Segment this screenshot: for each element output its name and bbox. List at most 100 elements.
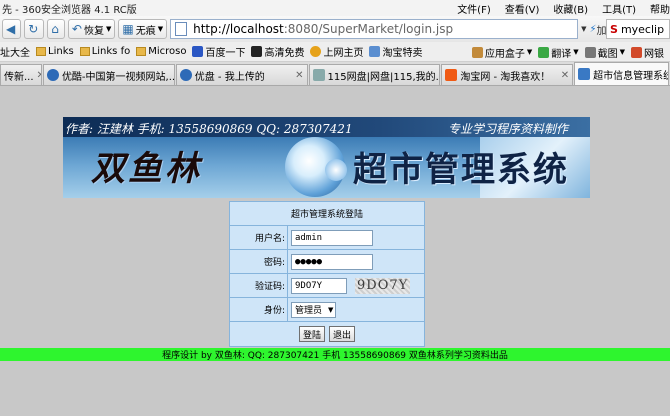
menu-file[interactable]: 文件(F) xyxy=(457,1,491,16)
search-engine-icon: S xyxy=(610,22,618,36)
lightning-icon: ⚡ xyxy=(589,23,597,35)
tab-strip: 传新...✕ 优酷-中国第一视频网站,...✕ 优盘 - 我上传的✕ 115网盘… xyxy=(0,62,670,86)
password-input[interactable]: ●●●●● xyxy=(291,253,373,270)
bookmark-item[interactable]: 高清免费 xyxy=(251,44,304,59)
address-bar[interactable]: http://localhost:8080/SuperMarket/login.… xyxy=(170,19,579,39)
folder-icon xyxy=(136,47,147,56)
home-icon: ⌂ xyxy=(51,22,59,36)
restore-button[interactable]: ↶ 恢复 ▼ xyxy=(67,19,116,39)
hd-icon xyxy=(251,46,263,57)
captcha-input[interactable]: 9DO7Y xyxy=(291,277,347,294)
bookmarks-bar: 址大全 Links Links fo Microso 百度一下 高清免费 上网主… xyxy=(0,42,670,62)
header-banner: 作者: 汪建林 手机: 13558690869 QQ: 287307421 专业… xyxy=(63,117,590,198)
page-icon xyxy=(578,68,591,80)
translate-label: 翻译 xyxy=(551,48,572,60)
tab-label: 115网盘|网盘|115,我的... xyxy=(327,71,441,83)
menu-favorites[interactable]: 收藏(B) xyxy=(553,1,588,16)
close-icon[interactable]: ✕ xyxy=(292,70,303,81)
bookmark-item[interactable]: Links fo xyxy=(79,46,131,57)
online-bank-label: 网银 xyxy=(644,48,664,60)
tab-item[interactable]: 淘宝网 - 淘我喜欢！ ✕ xyxy=(441,64,574,85)
tab-item[interactable]: 优盘 - 我上传的 ✕ xyxy=(175,64,308,85)
baidu-icon xyxy=(192,46,204,57)
back-button[interactable]: ◀ xyxy=(2,19,22,39)
bookmark-label: Microso xyxy=(148,46,187,57)
role-row: 身份: 管理员 ▼ xyxy=(230,298,424,322)
disc-highlight-icon xyxy=(325,159,347,181)
menu-tools[interactable]: 工具(T) xyxy=(602,1,636,16)
bookmark-item[interactable]: 百度一下 xyxy=(192,44,245,59)
bookmark-item[interactable]: 淘宝特卖 xyxy=(369,44,422,59)
restore-label: 恢复 xyxy=(83,25,104,37)
incognito-icon: ▦ xyxy=(122,22,134,36)
tab-item[interactable]: 传新...✕ xyxy=(0,64,42,85)
captcha-image[interactable]: 9DO7Y xyxy=(355,277,411,294)
app-box-icon xyxy=(471,46,483,58)
translate-button[interactable]: 翻译 ▼ xyxy=(538,45,579,60)
bookmark-label: 百度一下 xyxy=(205,48,246,59)
bookmark-item[interactable]: Microso xyxy=(136,46,186,57)
login-panel: 超市管理系统登陆 用户名: admin 密码: ●●●●● 验证码: 9DO7Y… xyxy=(229,201,425,347)
browser-toolbar: ◀ ↻ ⌂ ↶ 恢复 ▼ ▦ 无痕 ▼ http://localhost:8080/Su… xyxy=(0,16,670,42)
refresh-button[interactable]: ↻ xyxy=(24,19,45,39)
password-label: 密码: xyxy=(230,250,288,273)
bookmark-item[interactable]: 上网主页 xyxy=(310,44,363,59)
username-input[interactable]: admin xyxy=(291,229,373,246)
tab-item[interactable]: 优酷-中国第一视频网站,...✕ xyxy=(42,64,175,85)
role-label: 身份: xyxy=(230,298,288,321)
chevron-down-icon: ▼ xyxy=(619,48,625,56)
online-bank-button[interactable]: 网银 xyxy=(631,45,664,60)
bookmark-item[interactable]: 址大全 xyxy=(0,44,30,59)
back-arrow-icon: ◀ xyxy=(6,22,16,36)
menu-view[interactable]: 查看(V) xyxy=(505,1,540,16)
search-box[interactable]: Smyeclip xyxy=(606,19,670,39)
bookmark-label: Links fo xyxy=(91,46,131,57)
translate-icon xyxy=(538,46,550,58)
chevron-down-icon: ▼ xyxy=(573,48,579,56)
refresh-icon: ↻ xyxy=(28,22,39,36)
window-title: 先 - 360安全浏览器 4.1 RC版 xyxy=(2,4,137,16)
screenshot-label: 截图 xyxy=(597,48,618,60)
youku-icon xyxy=(46,69,59,81)
youpan-icon xyxy=(179,69,192,81)
menu-help[interactable]: 帮助 xyxy=(650,1,670,16)
screenshot-button[interactable]: 截图 ▼ xyxy=(584,45,625,60)
banner-author: 作者: 汪建林 手机: 13558690869 QQ: 287307421 xyxy=(65,122,353,136)
username-label: 用户名: xyxy=(230,226,288,249)
close-icon[interactable]: ✕ xyxy=(34,70,41,81)
folder-icon xyxy=(36,47,46,56)
tab-item[interactable]: 115网盘|网盘|115,我的...✕ xyxy=(308,64,441,85)
incognito-button[interactable]: ▦ 无痕 ▼ xyxy=(118,19,168,39)
exit-button[interactable]: 退出 xyxy=(329,326,356,342)
footer-bar: 程序设计 by 双鱼林: QQ: 287307421 手机 1355869086… xyxy=(0,348,670,361)
bookmarks-right: 应用盒子 ▼ 翻译 ▼ 截图 ▼ 网银 xyxy=(471,42,670,62)
bookmark-label: Links xyxy=(48,46,74,57)
footer-text: 程序设计 by 双鱼林: QQ: 287307421 手机 1355869086… xyxy=(162,351,508,361)
tab-label: 淘宝网 - 淘我喜欢！ xyxy=(460,71,551,83)
bookmark-label: 淘宝特卖 xyxy=(382,48,423,59)
restore-icon: ↶ xyxy=(71,22,82,36)
homepage-icon xyxy=(310,46,322,57)
taobao-icon xyxy=(369,46,381,57)
tab-label: 优盘 - 我上传的 xyxy=(194,71,265,83)
login-button[interactable]: 登陆 xyxy=(298,326,325,342)
close-icon[interactable]: ✕ xyxy=(558,70,569,81)
bookmark-label: 上网主页 xyxy=(323,48,364,59)
bookmark-item[interactable]: Links xyxy=(36,46,74,57)
scissors-icon xyxy=(584,46,596,58)
chevron-down-icon: ▼ xyxy=(105,25,112,33)
home-button[interactable]: ⌂ xyxy=(47,19,65,39)
tab-label: 传新... xyxy=(4,71,34,83)
tab-label: 超市信息管理系统 xyxy=(593,70,669,82)
app-box-button[interactable]: 应用盒子 ▼ xyxy=(471,45,532,60)
folder-icon xyxy=(79,47,90,56)
tab-item-active[interactable]: 超市信息管理系统 xyxy=(574,62,669,85)
chevron-down-icon: ▼ xyxy=(157,25,164,33)
role-select[interactable]: 管理员 ▼ xyxy=(291,301,337,318)
tab-label: 优酷-中国第一视频网站,... xyxy=(61,71,175,83)
role-value: 管理员 xyxy=(295,306,323,316)
dropdown-icon: ▼ xyxy=(581,25,587,33)
bank-icon xyxy=(631,46,642,58)
password-row: 密码: ●●●●● xyxy=(230,250,424,274)
username-row: 用户名: admin xyxy=(230,226,424,250)
